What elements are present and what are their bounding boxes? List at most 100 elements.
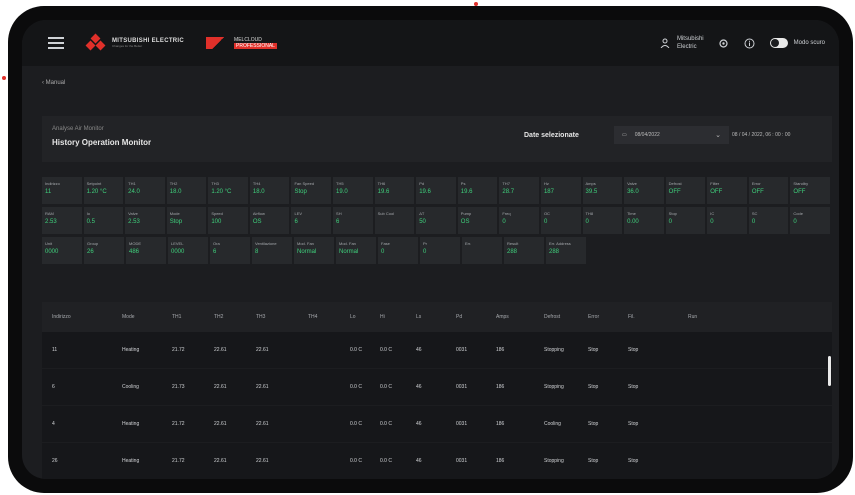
- metric-label: RAM: [45, 211, 54, 216]
- column-header[interactable]: TH4: [308, 314, 350, 320]
- table-cell: 22.61: [256, 421, 269, 427]
- metric-card: LEV 6: [291, 207, 332, 234]
- date-value: 08/04/2022: [634, 132, 660, 138]
- column-header[interactable]: Amps: [496, 314, 544, 320]
- metric-card: Freq 0: [499, 207, 539, 234]
- gear-icon[interactable]: [718, 37, 730, 49]
- metric-card: Mode Stop: [166, 207, 207, 234]
- column-header[interactable]: TH2: [214, 314, 256, 320]
- table-row[interactable]: 11 Heating 21.72 22.61 22.61 0.0 C 0.0 C 46 0031…: [42, 332, 832, 368]
- metric-value: 2.53: [45, 219, 57, 225]
- column-header[interactable]: Indirizzo: [52, 314, 122, 320]
- metric-card: Indirizzo 11: [42, 177, 82, 204]
- table-scrollbar[interactable]: [828, 356, 831, 386]
- column-header[interactable]: Fil.: [628, 314, 688, 320]
- table-cell: 22.61: [256, 458, 269, 464]
- column-header[interactable]: Defrost: [544, 314, 588, 320]
- metric-card: Group 26: [84, 237, 124, 264]
- menu-icon[interactable]: [48, 37, 64, 49]
- metric-value: 28.7: [502, 189, 515, 195]
- metric-value: 0: [751, 219, 756, 225]
- metric-value: 2.53: [128, 219, 140, 225]
- metric-value: OFF: [710, 189, 723, 195]
- metric-label: Pd: [419, 181, 425, 186]
- column-header[interactable]: Mode: [122, 314, 172, 320]
- metric-card: Sub Cool: [374, 207, 415, 234]
- metric-label: TH6: [377, 181, 386, 186]
- metric-card: TH3 1.20 °C: [208, 177, 248, 204]
- info-icon[interactable]: [744, 37, 756, 49]
- column-header[interactable]: Pd: [456, 314, 496, 320]
- metric-label: LEVEL: [171, 241, 184, 246]
- column-header[interactable]: Lo: [350, 314, 380, 320]
- toggle-switch[interactable]: [769, 38, 788, 48]
- table-cell: 22.61: [214, 421, 227, 427]
- metric-label: Standby: [793, 181, 809, 186]
- table-cell: 186: [496, 347, 505, 353]
- metric-card: MODE 486: [126, 237, 166, 264]
- metric-value: 0: [381, 249, 385, 255]
- breadcrumb[interactable]: ‹ Manual: [42, 80, 65, 86]
- metric-card: OC 0: [540, 207, 581, 234]
- table-cell: Stop: [588, 421, 599, 427]
- metric-label: Freq: [502, 211, 511, 216]
- table-cell: Heating: [122, 347, 140, 353]
- metric-value: 6: [213, 249, 217, 255]
- metric-card: Hz 187: [540, 177, 581, 204]
- metric-label: SH: [336, 211, 342, 216]
- column-header[interactable]: Error: [588, 314, 628, 320]
- table-cell: 186: [496, 384, 505, 390]
- calendar-icon: ▭: [622, 132, 627, 138]
- melcloud-logo: MELCLOUD PROFESSIONAL: [206, 37, 277, 49]
- metric-card: Unit 0000: [42, 237, 82, 264]
- metric-value: 0000: [171, 249, 185, 255]
- column-header[interactable]: Hi: [380, 314, 416, 320]
- metric-value: 19.0: [336, 189, 348, 195]
- table-row[interactable]: 4 Heating 21.72 22.61 22.61 0.0 C 0.0 C 46 0031 1…: [42, 406, 832, 442]
- table-cell: 22.61: [256, 347, 269, 353]
- metric-value: 39.5: [585, 189, 598, 195]
- metric-label: Setpoint: [86, 181, 102, 186]
- metric-card: Ventilazione 8: [252, 237, 292, 264]
- table-row[interactable]: 6 Cooling 21.73 22.61 22.61 0.0 C 0.0 C 46 0031 1…: [42, 369, 832, 405]
- tablet-frame: MITSUBISHI ELECTRIC Changes for the Bett…: [8, 6, 853, 493]
- metric-value: OFF: [793, 189, 806, 195]
- table-cell: 0031: [456, 458, 468, 464]
- metric-card: Code 0: [790, 207, 830, 234]
- metric-label: Result: [507, 241, 519, 246]
- metric-card: Fase 0: [378, 237, 418, 264]
- metric-card: TH2 18.0: [166, 177, 207, 204]
- metric-label: Filter: [710, 181, 720, 186]
- metric-value: 36.0: [627, 189, 639, 195]
- table-cell: 0031: [456, 384, 468, 390]
- metric-label: Fase: [381, 241, 390, 246]
- metric-card: Err. Address 288: [546, 237, 586, 264]
- table-cell: Stop: [588, 458, 599, 464]
- decor-dot-left: [2, 76, 6, 80]
- table-cell: 4: [52, 421, 55, 427]
- table-cell: 0.0 C: [380, 384, 392, 390]
- table-cell: 46: [416, 347, 422, 353]
- table-cell: Stopping: [544, 458, 564, 464]
- metric-card: Amps 39.5: [582, 177, 623, 204]
- metric-label: Mod. Fan: [297, 241, 314, 246]
- stage: MITSUBISHI ELECTRIC Changes for the Bett…: [0, 0, 855, 495]
- date-picker[interactable]: ▭ 08/04/2022 ⌄: [614, 126, 729, 144]
- metric-card: Setpoint 1.20 °C: [83, 177, 124, 204]
- metric-label: Err. Address: [549, 241, 571, 246]
- column-header[interactable]: TH1: [172, 314, 214, 320]
- metric-label: OC: [543, 211, 550, 216]
- column-header[interactable]: Ls: [416, 314, 456, 320]
- mitsubishi-diamonds-icon: [85, 33, 106, 51]
- dark-mode-toggle[interactable]: Modo scuro: [769, 38, 825, 48]
- metric-label: Defrost: [668, 181, 682, 186]
- column-header[interactable]: TH3: [256, 314, 308, 320]
- table-row[interactable]: 26 Heating 21.72 22.61 22.61 0.0 C 0.0 C 46 0031…: [42, 443, 832, 479]
- user-menu[interactable]: Mitsubishi Electric: [659, 35, 704, 51]
- dark-mode-label: Modo scuro: [793, 40, 825, 46]
- brand-secondary-badge: PROFESSIONAL: [234, 43, 277, 49]
- column-header[interactable]: Run: [688, 314, 718, 320]
- metric-label: Io: [86, 211, 90, 216]
- metric-label: MODE: [129, 241, 141, 246]
- metric-value: OFF: [668, 189, 681, 195]
